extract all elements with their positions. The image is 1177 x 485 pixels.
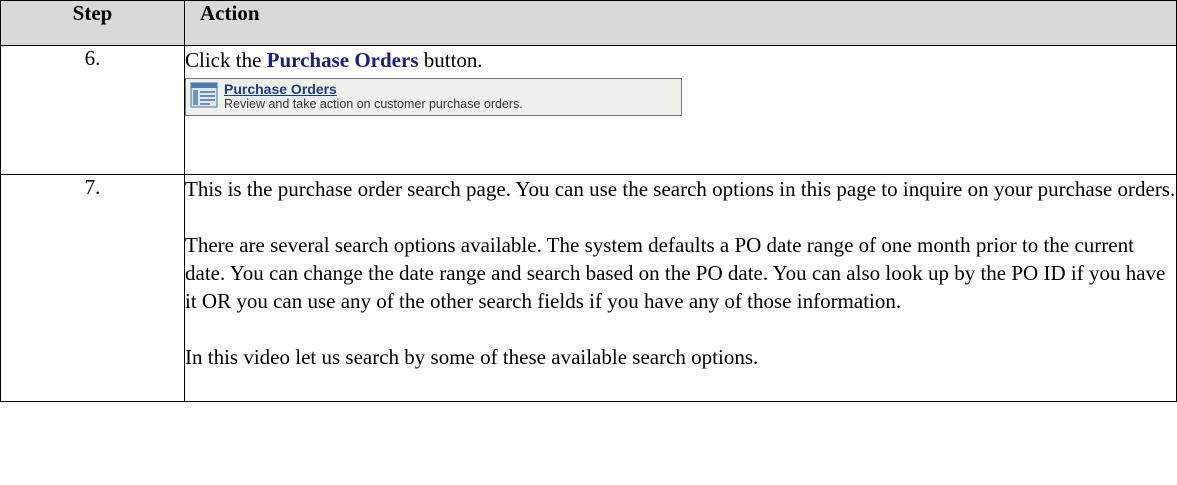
paragraph-3: In this video let us search by some of t… <box>185 345 759 369</box>
instruction-suffix: button. <box>418 48 483 72</box>
document-list-icon <box>190 82 218 108</box>
purchase-orders-button[interactable]: Purchase Orders Review and take action o… <box>185 78 682 116</box>
table-row: 7. This is the purchase order search pag… <box>0 174 1177 402</box>
instruction-target: Purchase Orders <box>266 48 419 72</box>
instruction-text: Click the Purchase Orders button. <box>185 46 1176 74</box>
steps-table: Step Action 6. Click the Purchase Orders… <box>0 0 1177 402</box>
instruction-prefix: Click the <box>185 48 267 72</box>
action-cell: This is the purchase order search page. … <box>184 174 1177 402</box>
step-number: 6. <box>0 45 185 175</box>
step-number: 7. <box>0 174 185 402</box>
table-row: 6. Click the Purchase Orders button. Pur <box>0 45 1177 175</box>
paragraph-1: This is the purchase order search page. … <box>185 177 1176 201</box>
step-column-header: Step <box>0 0 185 46</box>
table-header-row: Step Action <box>0 0 1177 46</box>
paragraph-2: There are several search options availab… <box>185 233 1166 313</box>
action-cell: Click the Purchase Orders button. Purcha… <box>184 45 1177 175</box>
purchase-orders-link[interactable]: Purchase Orders <box>224 82 523 97</box>
purchase-orders-description: Review and take action on customer purch… <box>224 97 523 111</box>
action-column-header: Action <box>184 0 1177 46</box>
